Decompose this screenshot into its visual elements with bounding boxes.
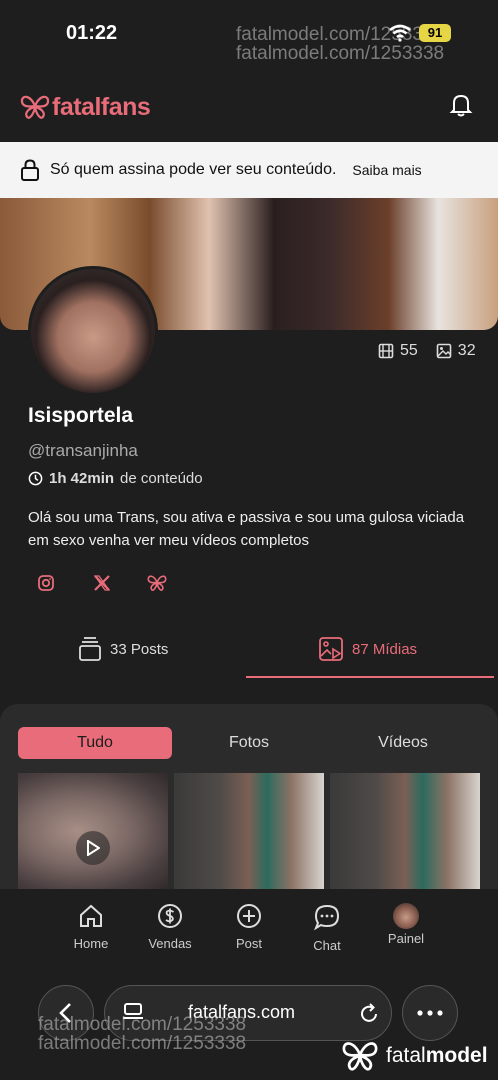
fm-logo-prefix: fatal (386, 1044, 426, 1067)
profile-avatar[interactable] (28, 266, 158, 396)
learn-more-link[interactable]: Saiba mais (352, 162, 421, 178)
battery-indicator: 91 (419, 24, 451, 42)
tab-posts-label: 33 Posts (110, 640, 169, 658)
video-count: 55 (400, 342, 418, 359)
media-counts: 55 32 (378, 342, 476, 360)
status-time: 01:22 (66, 22, 118, 44)
duration-suffix: de conteúdo (120, 470, 203, 487)
duration-value: 1h 42min (49, 470, 115, 487)
watermark: fatalmodel.com/1253338 (38, 1033, 247, 1054)
fm-logo-suffix: model (425, 1044, 488, 1067)
active-tab-indicator (246, 676, 494, 678)
bottom-navigation: Home Vendas Post Chat Painel (0, 889, 498, 965)
nav-vendas[interactable]: Vendas (135, 889, 205, 965)
filter-tudo[interactable]: Tudo (18, 727, 172, 759)
fatalfans-icon[interactable] (142, 568, 172, 598)
filter-videos[interactable]: Vídeos (326, 727, 480, 759)
tab-midias-label: 87 Mídias (352, 640, 418, 658)
reload-icon[interactable] (357, 1002, 381, 1026)
profile-bio: Olá sou uma Trans, sou ativa e passiva e… (28, 509, 465, 549)
profile-tabs: 33 Posts 87 Mídias (0, 620, 498, 678)
profile-name: Isisportela (28, 404, 134, 427)
bell-icon[interactable] (448, 92, 474, 118)
ellipsis-icon (417, 1010, 443, 1016)
watermark: fatalmodel.com/1253338 (236, 43, 445, 64)
media-filters: Tudo Fotos Vídeos (18, 727, 480, 759)
instagram-icon[interactable] (31, 568, 61, 598)
plus-icon (237, 904, 261, 928)
media-thumbnail[interactable] (330, 773, 480, 889)
chat-icon (313, 904, 340, 931)
media-thumbnail[interactable] (18, 773, 168, 889)
fatalfans-logo[interactable]: fatalfans (20, 92, 151, 122)
fatalmodel-logo: fatalmodel (340, 1040, 488, 1072)
stack-icon (79, 637, 101, 661)
nav-home[interactable]: Home (56, 889, 126, 965)
nav-chat-label: Chat (313, 938, 341, 953)
nav-post-label: Post (235, 936, 262, 951)
dollar-icon (158, 904, 182, 928)
media-icon (319, 637, 343, 661)
content-duration: 1h 42min de conteúdo (28, 470, 203, 487)
home-icon (80, 904, 102, 927)
photo-count: 32 (457, 342, 476, 359)
nav-painel[interactable]: Painel (371, 889, 441, 965)
notice-text: Só quem assina pode ver seu conteúdo. (50, 161, 337, 178)
nav-vendas-label: Vendas (148, 936, 192, 951)
tab-posts[interactable]: 33 Posts (78, 620, 168, 678)
more-button[interactable] (402, 985, 458, 1041)
status-bar: 01:22 fatalmodel.com/1253338 fatalmodel.… (0, 0, 498, 70)
subscription-notice: Só quem assina pode ver seu conteúdo. Sa… (0, 142, 498, 198)
butterfly-icon (20, 95, 50, 119)
clock-icon (28, 471, 43, 486)
x-icon[interactable] (87, 568, 117, 598)
logo-text: fatalfans (52, 92, 151, 121)
nav-painel-label: Painel (387, 931, 425, 946)
profile-handle: @transanjinha (28, 441, 138, 460)
film-icon (378, 343, 394, 359)
image-icon (436, 343, 452, 359)
nav-chat[interactable]: Chat (292, 889, 362, 965)
play-icon (76, 831, 110, 865)
tab-midias[interactable]: 87 Mídias (318, 620, 417, 678)
wifi-icon (389, 24, 411, 42)
media-thumbnail[interactable] (174, 773, 324, 889)
lock-icon (21, 159, 39, 181)
avatar-icon (393, 903, 419, 929)
nav-home-label: Home (73, 936, 109, 951)
butterfly-icon (342, 1042, 378, 1071)
nav-post[interactable]: Post (214, 889, 284, 965)
filter-fotos[interactable]: Fotos (172, 727, 326, 759)
